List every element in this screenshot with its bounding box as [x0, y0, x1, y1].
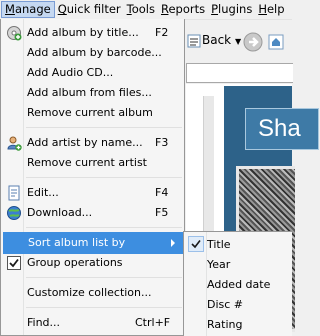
menu-separator — [26, 307, 182, 308]
menu-item-label: Customize collection... — [27, 286, 152, 299]
menu-item-sort-album-list-by[interactable]: Sort album list by — [3, 232, 183, 254]
menu-item-label: Edit... — [27, 186, 59, 199]
menu-item-shortcut: F3 — [155, 136, 169, 149]
menu-separator — [26, 127, 182, 128]
menu-item-add-audio-cd[interactable]: Add Audio CD... — [2, 62, 184, 84]
menu-plugins[interactable]: Plugins — [208, 1, 255, 18]
menu-item-shortcut: F4 — [155, 186, 169, 199]
menu-item-label: Add Audio CD... — [27, 66, 114, 79]
menu-item-label: Download... — [27, 206, 93, 219]
menu-item-download[interactable]: Download... F5 — [2, 202, 184, 224]
back-button[interactable]: Back ▼ — [202, 33, 241, 47]
edit-icon — [8, 185, 20, 201]
add-artist-icon — [7, 136, 22, 151]
download-globe-icon — [7, 206, 21, 220]
sort-option-label: Disc # — [207, 298, 244, 311]
menu-item-add-album-by-title[interactable]: Add album by title... F2 — [2, 22, 184, 44]
menu-item-label: Sort album list by — [28, 236, 126, 249]
menu-item-add-artist-by-name[interactable]: Add artist by name... F3 — [2, 132, 184, 154]
sort-option-label: Year — [207, 258, 231, 271]
menu-item-label: Add album by title... — [27, 26, 139, 39]
album-title-header: Sha — [245, 108, 319, 150]
toolbar: Back ▼ — [186, 20, 292, 60]
menu-item-label: Group operations — [27, 256, 123, 269]
menu-separator — [26, 177, 182, 178]
check-icon — [188, 236, 204, 252]
menu-tools[interactable]: Tools — [124, 1, 158, 18]
menu-item-edit[interactable]: Edit... F4 — [2, 182, 184, 204]
menu-item-remove-current-album[interactable]: Remove current album — [2, 102, 184, 124]
search-input[interactable] — [186, 63, 293, 83]
sort-option-label: Title — [207, 238, 231, 251]
sort-option-title[interactable]: Title — [185, 234, 291, 254]
menu-item-label: Find... — [27, 316, 61, 329]
menu-manage[interactable]: Manage — [1, 1, 55, 18]
back-label: Back — [202, 33, 232, 47]
menu-item-label: Add album from files... — [27, 86, 152, 99]
menu-item-label: Add artist by name... — [27, 136, 143, 149]
menu-item-shortcut: Ctrl+F — [135, 316, 171, 329]
sort-option-label: Added date — [207, 278, 271, 291]
menu-item-label: Add album by barcode... — [27, 46, 162, 59]
menu-item-label: Remove current artist — [27, 156, 147, 169]
sort-option-year[interactable]: Year — [185, 254, 291, 274]
sort-option-added-date[interactable]: Added date — [185, 274, 291, 294]
sort-option-label: Rating — [207, 318, 243, 331]
menu-item-customize-collection[interactable]: Customize collection... — [2, 282, 184, 304]
sort-submenu: Title Year Added date Disc # Rating — [183, 231, 292, 336]
menu-separator — [26, 227, 182, 228]
submenu-arrow-icon — [171, 239, 175, 247]
checkbox-checked-icon[interactable] — [6, 255, 22, 271]
forward-icon[interactable] — [242, 31, 264, 53]
home-icon[interactable] — [267, 33, 285, 51]
menu-reports[interactable]: Reports — [158, 1, 208, 18]
manage-menu: Add album by title... F2 Add album by ba… — [0, 19, 185, 336]
menu-item-shortcut: F5 — [155, 206, 169, 219]
add-album-icon — [7, 26, 22, 41]
chevron-down-icon[interactable]: ▼ — [235, 37, 241, 46]
menu-item-add-album-by-barcode[interactable]: Add album by barcode... — [2, 42, 184, 64]
menu-item-group-operations[interactable]: Group operations — [2, 252, 184, 274]
menu-help[interactable]: Help — [255, 1, 287, 18]
menu-item-shortcut: F2 — [155, 26, 169, 39]
menu-item-add-album-from-files[interactable]: Add album from files... — [2, 82, 184, 104]
toolbar-list-icon[interactable] — [186, 33, 202, 49]
menu-quick-filter[interactable]: Quick filter — [55, 1, 124, 18]
sort-option-rating[interactable]: Rating — [185, 314, 291, 334]
menu-item-find[interactable]: Find... Ctrl+F — [2, 312, 184, 334]
menu-separator — [26, 277, 182, 278]
sort-option-disc-number[interactable]: Disc # — [185, 294, 291, 314]
menu-item-remove-current-artist[interactable]: Remove current artist — [2, 152, 184, 174]
menu-item-label: Remove current album — [27, 106, 153, 119]
menu-bar: Manage Quick filter Tools Reports Plugin… — [0, 0, 292, 20]
